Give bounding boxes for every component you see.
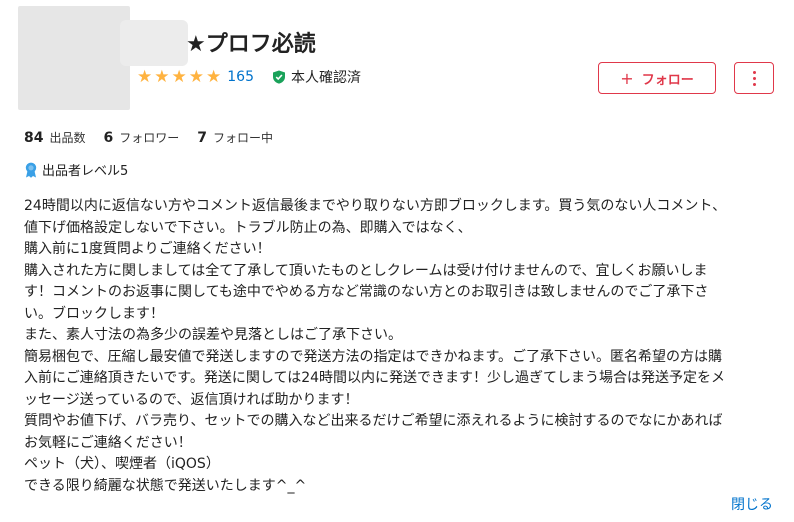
seller-level-label: 出品者レベル5 bbox=[42, 164, 129, 179]
bio-line: できる限り綺麗な状態で発送いたします^_^ bbox=[24, 477, 307, 494]
profile-stats: 84 出品数 6 フォロワー 7 フォロー中 bbox=[24, 129, 291, 146]
bio-line: 24時間以内に返信ない方やコメント返信最後までやり取りない方即ブロックします。買… bbox=[24, 198, 727, 214]
star-icon: ★ bbox=[171, 67, 187, 87]
bio-line: す！コメントのお返事に関しても途中でやめる方など常識のない方とのお取引きは致しま… bbox=[24, 284, 709, 300]
verified-badge: 本人確認済 bbox=[272, 67, 361, 87]
more-menu-button[interactable] bbox=[734, 62, 774, 94]
seller-level: 出品者レベル5 bbox=[24, 160, 128, 179]
following-label[interactable]: フォロー中 bbox=[213, 129, 273, 146]
bio-line: 質問やお値下げ、バラ売り、セットでの購入など出来るだけご希望に添えれるように検討… bbox=[24, 413, 723, 429]
avatar[interactable] bbox=[18, 6, 130, 110]
verified-label: 本人確認済 bbox=[290, 70, 361, 86]
bio-line: 入前にご連絡頂きたいです。発送に関しては24時間以内に発送できます！少し過ぎてし… bbox=[24, 370, 726, 386]
bio-line: 購入された方に関しましては全て了承して頂いたものとしクレームは受け付けませんので… bbox=[24, 262, 708, 279]
bio-line: また、素人寸法の為多少の誤差や見落としはご了承下さい。 bbox=[24, 327, 402, 343]
rating-row[interactable]: ★ ★ ★ ★ ★ 165 本人確認済 bbox=[137, 67, 361, 87]
bio-line: 購入前に1度質問よりご連絡ください！ bbox=[24, 241, 271, 257]
bio-line: ペット（犬）、喫煙者（iQOS） bbox=[24, 456, 220, 472]
star-icon: ★ bbox=[188, 67, 204, 87]
verified-shield-icon bbox=[272, 70, 285, 84]
follow-label: フォロー bbox=[641, 72, 694, 88]
bio-line: 値下げ価格設定しないで下さい。トラブル防止の為、即購入ではなく、 bbox=[24, 219, 472, 236]
follow-button[interactable]: + フォロー bbox=[598, 62, 716, 94]
plus-icon: + bbox=[620, 68, 634, 88]
ribbon-badge-icon bbox=[25, 162, 37, 178]
star-icon: ★ bbox=[137, 67, 153, 87]
profile-bio: 24時間以内に返信ない方やコメント返信最後までやり取りない方即ブロックします。買… bbox=[24, 196, 776, 497]
follower-label[interactable]: フォロワー bbox=[119, 129, 179, 146]
kebab-menu-icon bbox=[752, 70, 756, 86]
bio-line: ッセージ送っているので、返信頂ければ助かります！ bbox=[24, 391, 359, 408]
close-link[interactable]: 閉じる bbox=[731, 494, 773, 514]
avatar-blur bbox=[120, 20, 188, 66]
bio-line: い。ブロックします！ bbox=[24, 305, 164, 322]
listing-count: 84 bbox=[24, 130, 44, 146]
bio-line: 簡易梱包で、圧縮し最安値で発送しますので発送方法の指定はできかねます。ご了承下さ… bbox=[24, 348, 723, 365]
star-icon: ★ bbox=[154, 67, 170, 87]
star-icon: ★ bbox=[206, 67, 222, 87]
bio-line: お気軽にご連絡ください！ bbox=[24, 434, 192, 451]
profile-name: ★プロフ必読 bbox=[186, 32, 316, 57]
rating-count-link[interactable]: 165 bbox=[227, 69, 254, 85]
listing-count-label: 出品数 bbox=[49, 131, 86, 145]
rating-stars: ★ ★ ★ ★ ★ bbox=[137, 67, 223, 87]
following-count[interactable]: 7 bbox=[197, 130, 207, 146]
follower-count[interactable]: 6 bbox=[104, 130, 114, 146]
